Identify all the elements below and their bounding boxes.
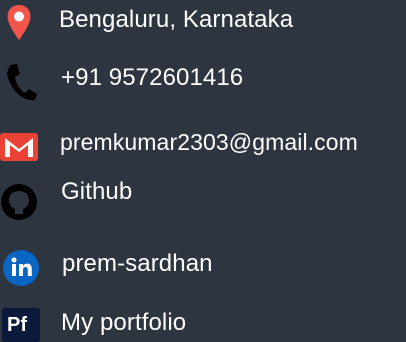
- location-row: Bengaluru, Karnataka: [0, 0, 406, 44]
- portfolio-pf-icon: Pf: [2, 308, 40, 342]
- github-link[interactable]: Github: [61, 178, 132, 206]
- linkedin-icon: [3, 250, 39, 286]
- portfolio-row[interactable]: Pf My portfolio: [0, 300, 406, 342]
- linkedin-row[interactable]: prem-sardhan: [0, 244, 406, 288]
- phone-text: +91 9572601416: [61, 64, 244, 91]
- email-row[interactable]: premkumar2303@gmail.com: [0, 122, 406, 166]
- gmail-icon: [0, 133, 38, 161]
- location-text: Bengaluru, Karnataka: [59, 6, 294, 33]
- email-link[interactable]: premkumar2303@gmail.com: [60, 129, 358, 156]
- portfolio-badge-text: Pf: [7, 314, 27, 336]
- portfolio-link[interactable]: My portfolio: [61, 309, 186, 337]
- location-pin-icon: [6, 4, 32, 42]
- phone-icon: [4, 62, 38, 102]
- phone-row: +91 9572601416: [0, 56, 406, 102]
- linkedin-link[interactable]: prem-sardhan: [62, 250, 213, 278]
- github-row[interactable]: Github: [0, 172, 406, 220]
- github-icon: [0, 183, 38, 221]
